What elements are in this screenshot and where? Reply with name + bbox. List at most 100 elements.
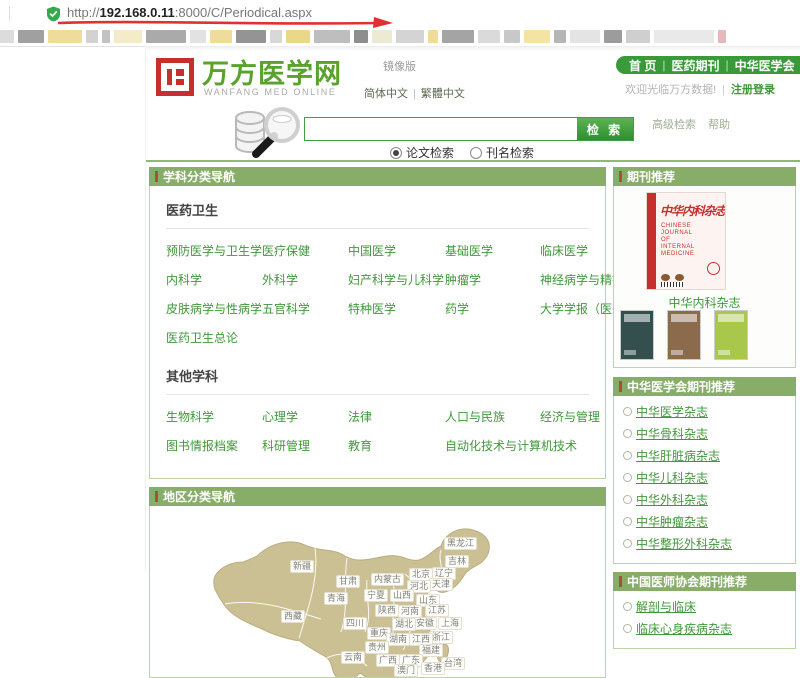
register-login-link[interactable]: 注册登录 xyxy=(731,84,775,96)
green-divider xyxy=(146,160,800,162)
database-search-icon xyxy=(224,104,314,158)
map-region-label[interactable]: 黑龙江 xyxy=(444,537,477,550)
help-link[interactable]: 帮助 xyxy=(708,116,730,132)
lang-simplified-link[interactable]: 简体中文 xyxy=(364,88,408,100)
map-region-label[interactable]: 香港 xyxy=(421,662,445,675)
section-tick-icon xyxy=(155,171,158,182)
featured-journal-cover[interactable]: 中华内科杂志 CHINESEJOURNALOFINTERNALMEDICINE xyxy=(646,192,726,290)
subject-link[interactable]: 预防医学与卫生学 xyxy=(166,242,262,259)
map-region-label[interactable]: 四川 xyxy=(343,617,367,630)
map-region-label[interactable]: 贵州 xyxy=(365,641,389,654)
map-region-label[interactable]: 上海 xyxy=(438,617,462,630)
toolbar-divider xyxy=(9,6,10,20)
search-button[interactable]: 检 索 xyxy=(577,118,633,140)
journal-thumbnails xyxy=(620,310,748,360)
nav-item-2[interactable]: 中华医学会 xyxy=(735,57,795,74)
cover-emblem xyxy=(707,262,720,275)
wanfang-logo-icon[interactable] xyxy=(156,58,194,96)
blur-block xyxy=(286,30,310,43)
journal-link[interactable]: 中华肝脏病杂志 xyxy=(636,447,720,464)
subject-link[interactable]: 妇产科学与儿科学 xyxy=(348,271,445,288)
blur-block xyxy=(654,30,714,43)
subject-link[interactable]: 医疗保健 xyxy=(262,242,348,259)
map-region-label[interactable]: 内蒙古 xyxy=(371,573,404,586)
section-heading: 医药卫生 xyxy=(166,194,589,229)
journal-link[interactable]: 临床心身疾病杂志 xyxy=(636,620,732,637)
journal-thumbnail[interactable] xyxy=(620,310,654,360)
search-input[interactable] xyxy=(305,118,577,140)
map-region-label[interactable]: 西藏 xyxy=(281,610,305,623)
map-region-label[interactable]: 江苏 xyxy=(425,604,449,617)
subject-link[interactable]: 五官科学 xyxy=(262,300,348,317)
subject-link[interactable]: 教育 xyxy=(348,437,445,454)
lang-traditional-link[interactable]: 繁體中文 xyxy=(421,88,465,100)
subject-link[interactable]: 基础医学 xyxy=(445,242,540,259)
journal-link[interactable]: 中华肿瘤杂志 xyxy=(636,513,708,530)
map-region-label[interactable]: 湖南 xyxy=(386,633,410,646)
cma-journals-list: 中华医学杂志中华骨科杂志中华肝脏病杂志中华儿科杂志中华外科杂志中华肿瘤杂志中华整… xyxy=(613,396,796,564)
map-region-label[interactable]: 山西 xyxy=(390,589,414,602)
nav-item-1[interactable]: 医药期刊 xyxy=(671,57,719,74)
map-region-label[interactable]: 云南 xyxy=(341,651,365,664)
blur-block xyxy=(236,30,266,43)
sidebar: 期刊推荐 中华内科杂志 CHINESEJOURNALOFINTERNALMEDI… xyxy=(613,167,796,649)
subject-link[interactable]: 药学 xyxy=(445,300,540,317)
nav-separator: | xyxy=(725,58,728,72)
map-region-label[interactable]: 陕西 xyxy=(375,604,399,617)
subject-link[interactable]: 内科学 xyxy=(166,271,262,288)
cover-title: 中华内科杂志 xyxy=(660,202,726,219)
search-aux-links: 高级检索 帮助 xyxy=(652,116,730,132)
map-region-label[interactable]: 安徽 xyxy=(413,617,437,630)
map-region-label[interactable]: 新疆 xyxy=(290,560,314,573)
blur-block xyxy=(524,30,550,43)
url-text[interactable]: http://192.168.0.11:8000/C/Periodical.as… xyxy=(67,5,312,20)
subject-link[interactable]: 特种医学 xyxy=(348,300,445,317)
subject-link[interactable]: 外科学 xyxy=(262,271,348,288)
subject-link[interactable]: 心理学 xyxy=(262,408,348,425)
nav-item-0[interactable]: 首 页 xyxy=(629,57,656,74)
subject-link[interactable]: 自动化技术与计算机技术 xyxy=(445,437,540,454)
subject-link[interactable]: 中国医学 xyxy=(348,242,445,259)
journal-link[interactable]: 中华整形外科杂志 xyxy=(636,535,732,552)
advanced-search-link[interactable]: 高级检索 xyxy=(652,116,696,132)
subject-link[interactable]: 法律 xyxy=(348,408,445,425)
bullet-icon xyxy=(623,451,632,460)
journal-link[interactable]: 解剖与临床 xyxy=(636,598,696,615)
section-tick-icon xyxy=(155,491,158,502)
subject-nav-header: 学科分类导航 xyxy=(149,167,606,186)
subject-link[interactable]: 医药卫生总论 xyxy=(166,329,262,346)
map-region-label[interactable]: 甘肃 xyxy=(336,575,360,588)
journal-link[interactable]: 中华外科杂志 xyxy=(636,491,708,508)
map-region-label[interactable]: 宁夏 xyxy=(364,589,388,602)
blur-block xyxy=(210,30,232,43)
blur-block xyxy=(504,30,520,43)
subject-link[interactable]: 人口与民族 xyxy=(445,408,540,425)
welcome-separator: | xyxy=(722,84,725,96)
bullet-icon xyxy=(623,495,632,504)
map-region-label[interactable]: 澳门 xyxy=(394,664,418,677)
journal-thumbnail[interactable] xyxy=(667,310,701,360)
subject-link[interactable]: 皮肤病学与性病学 xyxy=(166,300,262,317)
subject-link[interactable]: 科研管理 xyxy=(262,437,348,454)
cover-title-en: CHINESEJOURNALOFINTERNALMEDICINE xyxy=(661,223,695,258)
blur-block xyxy=(554,30,566,43)
map-region-label[interactable]: 天津 xyxy=(429,578,453,591)
map-region-label[interactable]: 湖北 xyxy=(392,618,416,631)
blur-block xyxy=(478,30,500,43)
subject-link[interactable]: 经济与管理 xyxy=(540,408,600,425)
radio-paper-search[interactable]: 论文检索 xyxy=(390,144,454,161)
address-bar[interactable]: http://192.168.0.11:8000/C/Periodical.as… xyxy=(0,0,800,27)
subject-link[interactable]: 图书情报档案 xyxy=(166,437,262,454)
site-safety-shield-icon[interactable] xyxy=(46,6,61,22)
radio-unselected-icon xyxy=(470,147,482,159)
journal-link[interactable]: 中华骨科杂志 xyxy=(636,425,708,442)
featured-journal-link[interactable]: 中华内科杂志 xyxy=(668,296,740,310)
list-item: 中华外科杂志 xyxy=(623,491,786,508)
radio-journal-search[interactable]: 刊名检索 xyxy=(470,144,534,161)
subject-link[interactable]: 肿瘤学 xyxy=(445,271,540,288)
journal-link[interactable]: 中华医学杂志 xyxy=(636,403,708,420)
journal-thumbnail[interactable] xyxy=(714,310,748,360)
subject-link[interactable]: 生物科学 xyxy=(166,408,262,425)
map-region-label[interactable]: 青海 xyxy=(324,592,348,605)
journal-link[interactable]: 中华儿科杂志 xyxy=(636,469,708,486)
